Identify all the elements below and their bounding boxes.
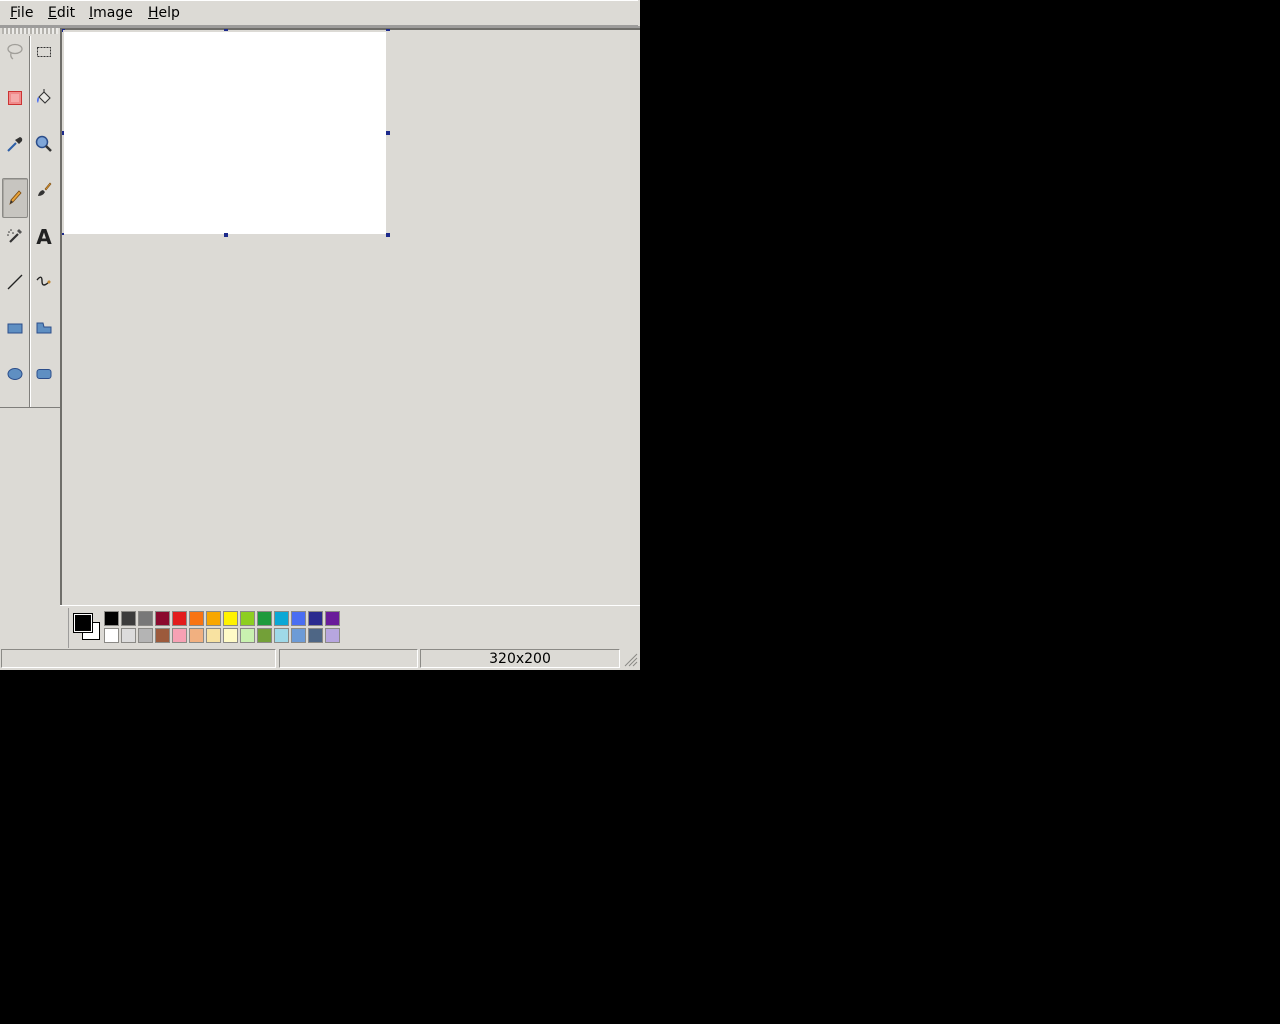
color-swatch[interactable]	[104, 628, 119, 643]
color-swatch[interactable]	[104, 611, 119, 626]
color-swatch[interactable]	[155, 628, 170, 643]
tool-ellipse[interactable]	[2, 354, 28, 394]
color-swatch[interactable]	[206, 628, 221, 643]
tool-polygon[interactable]	[31, 308, 57, 348]
line-icon	[7, 274, 23, 290]
resize-grip-icon[interactable]	[622, 651, 638, 667]
color-swatch[interactable]	[308, 611, 323, 626]
color-swatch[interactable]	[291, 628, 306, 643]
text-icon: A	[36, 225, 52, 247]
menu-edit[interactable]: Edit	[46, 4, 77, 22]
status-cursor-position	[279, 649, 418, 668]
canvas-handle-bottom-left	[62, 233, 64, 235]
color-swatch[interactable]	[240, 628, 255, 643]
drawing-canvas[interactable]	[64, 32, 386, 234]
airbrush-icon	[7, 229, 22, 243]
color-swatch[interactable]	[291, 611, 306, 626]
tool-zoom[interactable]	[31, 124, 57, 164]
color-swatch[interactable]	[138, 628, 153, 643]
current-colors[interactable]	[72, 612, 100, 640]
tool-brush[interactable]	[31, 170, 57, 210]
status-bar: 320x200	[0, 648, 640, 670]
eyedropper-icon	[7, 137, 23, 152]
bucket-icon	[37, 89, 51, 104]
tool-text[interactable]: A	[31, 216, 57, 256]
ellipse-icon	[7, 368, 23, 380]
rounded-rect-icon	[36, 369, 52, 379]
polygon-icon	[36, 322, 52, 334]
tool-free-select[interactable]	[2, 32, 28, 72]
tool-rectangle-select[interactable]	[31, 32, 57, 72]
brush-icon	[38, 182, 52, 196]
menu-help[interactable]: Help	[146, 4, 182, 22]
palette-separator	[68, 608, 69, 648]
paint-window: File Edit Image Help A 320x200	[0, 0, 640, 670]
tool-rounded-rectangle[interactable]	[31, 354, 57, 394]
color-swatch[interactable]	[325, 611, 340, 626]
magnifier-icon	[35, 135, 52, 152]
canvas-resize-handle-corner[interactable]	[386, 233, 390, 237]
eraser-icon	[8, 91, 22, 105]
left-empty-panel	[0, 409, 60, 649]
canvas-handle-top	[224, 29, 228, 31]
canvas-resize-handle-right[interactable]	[386, 131, 390, 135]
tool-rectangle[interactable]	[2, 308, 28, 348]
status-image-size: 320x200	[420, 649, 620, 668]
color-swatch[interactable]	[240, 611, 255, 626]
rectangle-icon	[7, 323, 23, 334]
lasso-icon	[7, 43, 23, 60]
color-swatch[interactable]	[257, 611, 272, 626]
color-swatch[interactable]	[223, 628, 238, 643]
tool-curve[interactable]	[31, 262, 57, 302]
color-swatch[interactable]	[155, 611, 170, 626]
canvas-handle-top-right	[386, 29, 390, 31]
color-swatch[interactable]	[172, 628, 187, 643]
tool-airbrush[interactable]	[2, 216, 28, 256]
toolbox: A	[0, 28, 61, 408]
canvas-corner-marker	[62, 29, 65, 32]
foreground-color-box[interactable]	[73, 613, 93, 633]
color-swatch[interactable]	[206, 611, 221, 626]
color-swatch[interactable]	[121, 611, 136, 626]
tool-fill[interactable]	[31, 78, 57, 118]
pencil-icon	[9, 190, 22, 205]
color-swatch[interactable]	[257, 628, 272, 643]
color-swatch[interactable]	[189, 611, 204, 626]
color-swatch[interactable]	[325, 628, 340, 643]
rect-select-icon	[37, 47, 51, 57]
tool-eraser[interactable]	[2, 78, 28, 118]
svg-text:A: A	[36, 225, 52, 247]
color-swatch[interactable]	[138, 611, 153, 626]
menu-file[interactable]: File	[8, 4, 35, 22]
toolbox-divider	[29, 36, 30, 408]
canvas-handle-left	[62, 131, 64, 135]
color-swatch[interactable]	[172, 611, 187, 626]
color-swatch[interactable]	[223, 611, 238, 626]
canvas-resize-handle-bottom[interactable]	[224, 233, 228, 237]
toolbox-bottom-line	[0, 407, 60, 408]
color-swatch[interactable]	[308, 628, 323, 643]
curve-icon	[36, 276, 51, 286]
color-swatch[interactable]	[121, 628, 136, 643]
menu-bar: File Edit Image Help	[0, 0, 640, 28]
color-swatch[interactable]	[189, 628, 204, 643]
color-swatch[interactable]	[274, 628, 289, 643]
tool-color-picker[interactable]	[2, 124, 28, 164]
menu-image[interactable]: Image	[87, 4, 135, 22]
status-message	[1, 649, 276, 668]
tool-line[interactable]	[2, 262, 28, 302]
color-swatch[interactable]	[274, 611, 289, 626]
tool-pencil[interactable]	[2, 178, 28, 218]
